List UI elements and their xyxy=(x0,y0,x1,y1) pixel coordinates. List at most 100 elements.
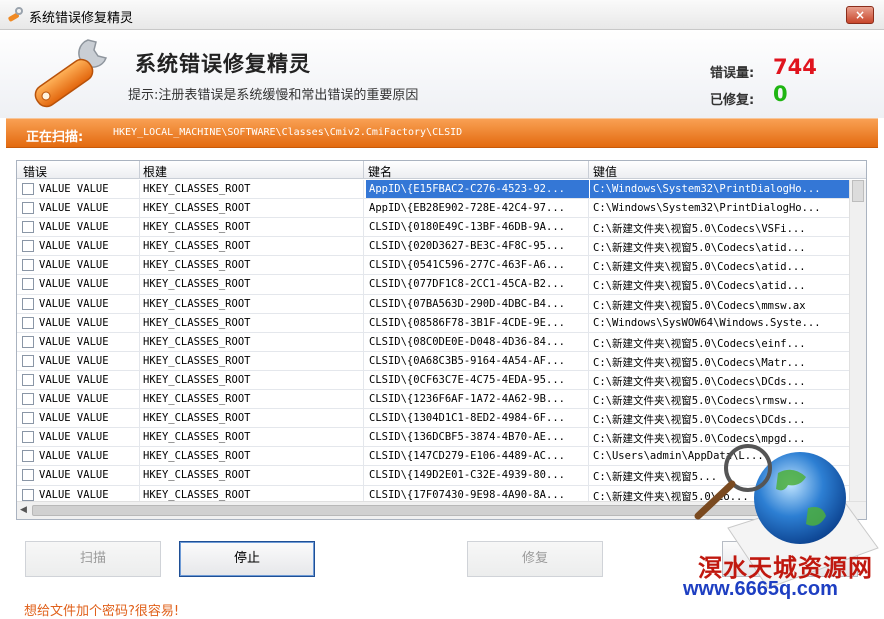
table-row[interactable]: VALUE VALUE HKEY_CLASSES_ROOT AppID\{E15FB… xyxy=(17,180,849,200)
fixed-label: 已修复: xyxy=(710,93,755,108)
errors-count: 744 xyxy=(773,55,817,79)
cell-key-name: CLSID\{1304D1C1-8ED2-4984-6F... xyxy=(369,412,565,425)
cell-error: VALUE VALUE xyxy=(39,297,109,310)
column-header-error[interactable]: 错误 xyxy=(23,163,47,180)
cell-key-name: CLSID\{149D2E01-C32E-4939-80... xyxy=(369,469,565,482)
wrench-logo-icon xyxy=(34,39,107,108)
cell-error: VALUE VALUE xyxy=(39,354,109,367)
cell-root-key: HKEY_CLASSES_ROOT xyxy=(143,488,251,501)
row-checkbox[interactable] xyxy=(22,431,34,444)
row-checkbox[interactable] xyxy=(22,450,34,463)
vertical-scroll-thumb[interactable] xyxy=(852,180,864,202)
cell-error: VALUE VALUE xyxy=(39,202,109,215)
cell-root-key: HKEY_CLASSES_ROOT xyxy=(143,259,251,272)
cell-root-key: HKEY_CLASSES_ROOT xyxy=(143,297,251,310)
table-row[interactable]: VALUE VALUE HKEY_CLASSES_ROOT CLSID\{08586… xyxy=(17,314,849,333)
cell-key-name: CLSID\{08C0DE0E-D048-4D36-84... xyxy=(369,335,565,348)
table-row[interactable]: VALUE VALUE HKEY_CLASSES_ROOT CLSID\{0A68C… xyxy=(17,352,849,371)
cell-key-name: CLSID\{136DCBF5-3874-4B70-AE... xyxy=(369,431,565,444)
cell-root-key: HKEY_CLASSES_ROOT xyxy=(143,373,251,386)
cell-root-key: HKEY_CLASSES_ROOT xyxy=(143,183,251,195)
cell-root-key: HKEY_CLASSES_ROOT xyxy=(143,316,251,329)
cell-error: VALUE VALUE xyxy=(39,259,109,272)
row-checkbox[interactable] xyxy=(22,316,34,329)
cell-root-key: HKEY_CLASSES_ROOT xyxy=(143,469,251,482)
fixed-count: 0 xyxy=(773,82,788,106)
row-checkbox[interactable] xyxy=(22,354,34,367)
cell-root-key: HKEY_CLASSES_ROOT xyxy=(143,240,251,253)
table-row[interactable]: VALUE VALUE HKEY_CLASSES_ROOT CLSID\{020D3… xyxy=(17,237,849,257)
scroll-left-icon[interactable]: ◀ xyxy=(20,505,27,515)
cell-error: VALUE VALUE xyxy=(39,221,109,234)
scan-button[interactable]: 扫描 xyxy=(25,541,161,577)
cell-key-value: C:\新建文件夹\视窗5.0\Codecs\mmsw.ax xyxy=(593,299,806,312)
cell-root-key: HKEY_CLASSES_ROOT xyxy=(143,412,251,425)
cell-key-name: CLSID\{1236F6AF-1A72-4A62-9B... xyxy=(369,393,565,406)
row-checkbox[interactable] xyxy=(22,202,34,215)
cell-root-key: HKEY_CLASSES_ROOT xyxy=(143,278,251,291)
table-row[interactable]: VALUE VALUE HKEY_CLASSES_ROOT CLSID\{08C0D… xyxy=(17,333,849,352)
wrench-app-icon xyxy=(8,7,23,22)
cell-error: VALUE VALUE xyxy=(39,450,109,463)
app-name: 系统错误修复精灵 xyxy=(135,52,311,76)
table-row[interactable]: VALUE VALUE HKEY_CLASSES_ROOT AppID\{EB28E… xyxy=(17,199,849,219)
cell-key-value: C:\Windows\System32\PrintDialogHo... xyxy=(590,180,849,198)
header-banner: 系统错误修复精灵 提示:注册表错误是系统缓慢和常出错误的重要原因 错误量: 74… xyxy=(0,30,884,118)
cell-key-value: C:\新建文件夹\视窗5.0\Codecs\atid... xyxy=(593,261,806,274)
cell-key-name: CLSID\{077DF1C8-2CC1-45CA-B2... xyxy=(369,278,565,291)
watermark-url: www.6665q.com xyxy=(683,578,838,600)
row-checkbox[interactable] xyxy=(22,259,34,272)
errors-label: 错误量: xyxy=(710,66,755,81)
row-checkbox[interactable] xyxy=(22,393,34,406)
row-checkbox[interactable] xyxy=(22,278,34,291)
row-checkbox[interactable] xyxy=(22,183,34,195)
row-checkbox[interactable] xyxy=(22,488,34,501)
cell-error: VALUE VALUE xyxy=(39,488,109,501)
row-checkbox[interactable] xyxy=(22,469,34,482)
table-header: 错误 根建 键名 键值 xyxy=(17,161,866,179)
cell-key-name: CLSID\{0180E49C-13BF-46DB-9A... xyxy=(369,221,565,234)
row-checkbox[interactable] xyxy=(22,335,34,348)
cell-root-key: HKEY_CLASSES_ROOT xyxy=(143,393,251,406)
cell-error: VALUE VALUE xyxy=(39,316,109,329)
table-row[interactable]: VALUE VALUE HKEY_CLASSES_ROOT CLSID\{1304D… xyxy=(17,409,849,429)
cell-root-key: HKEY_CLASSES_ROOT xyxy=(143,335,251,348)
cell-error: VALUE VALUE xyxy=(39,393,109,406)
cell-key-value: C:\新建文件夹\视窗5.0\Codecs\VSFi... xyxy=(593,223,806,236)
cell-key-name: CLSID\{08586F78-3B1F-4CDE-9E... xyxy=(369,316,565,329)
hint-text: 提示:注册表错误是系统缓慢和常出错误的重要原因 xyxy=(128,88,419,103)
title-bar: 系统错误修复精灵 × xyxy=(0,0,884,30)
cell-error: VALUE VALUE xyxy=(39,278,109,291)
column-header-value[interactable]: 键值 xyxy=(593,163,617,180)
close-button[interactable]: × xyxy=(846,6,874,24)
cell-key-name: CLSID\{0CF63C7E-4C75-4EDA-95... xyxy=(369,373,565,386)
row-checkbox[interactable] xyxy=(22,240,34,253)
row-checkbox[interactable] xyxy=(22,373,34,386)
cell-root-key: HKEY_CLASSES_ROOT xyxy=(143,221,251,234)
table-row[interactable]: VALUE VALUE HKEY_CLASSES_ROOT CLSID\{07BA5… xyxy=(17,295,849,314)
cell-key-name: CLSID\{0A68C3B5-9164-4A54-AF... xyxy=(369,354,565,367)
cell-error: VALUE VALUE xyxy=(39,469,109,482)
window-title: 系统错误修复精灵 xyxy=(29,11,134,26)
table-row[interactable]: VALUE VALUE HKEY_CLASSES_ROOT CLSID\{0541C… xyxy=(17,256,849,276)
cell-error: VALUE VALUE xyxy=(39,373,109,386)
cell-key-value: C:\新建文件夹\视窗5.0\Codecs\atid... xyxy=(593,280,806,293)
cell-key-name: CLSID\{0541C596-277C-463F-A6... xyxy=(369,259,565,272)
promo-link[interactable]: 想给文件加个密码?很容易! xyxy=(24,600,179,619)
column-header-key[interactable]: 键名 xyxy=(368,163,392,180)
row-checkbox[interactable] xyxy=(22,297,34,310)
cell-root-key: HKEY_CLASSES_ROOT xyxy=(143,202,251,215)
column-header-root[interactable]: 根建 xyxy=(143,163,167,180)
table-row[interactable]: VALUE VALUE HKEY_CLASSES_ROOT CLSID\{077DF… xyxy=(17,275,849,295)
cell-key-value: C:\Windows\SysWOW64\Windows.Syste... xyxy=(593,316,821,329)
table-row[interactable]: VALUE VALUE HKEY_CLASSES_ROOT CLSID\{1236F… xyxy=(17,390,849,410)
table-row[interactable]: VALUE VALUE HKEY_CLASSES_ROOT CLSID\{0CF63… xyxy=(17,371,849,391)
repair-button[interactable]: 修复 xyxy=(467,541,603,577)
stop-button[interactable]: 停止 xyxy=(179,541,315,577)
cell-root-key: HKEY_CLASSES_ROOT xyxy=(143,450,251,463)
table-row[interactable]: VALUE VALUE HKEY_CLASSES_ROOT CLSID\{0180E… xyxy=(17,218,849,238)
row-checkbox[interactable] xyxy=(22,412,34,425)
row-checkbox[interactable] xyxy=(22,221,34,234)
cell-error: VALUE VALUE xyxy=(39,431,109,444)
cell-key-value: C:\新建文件夹\视窗5.0\Codecs\atid... xyxy=(593,242,806,255)
